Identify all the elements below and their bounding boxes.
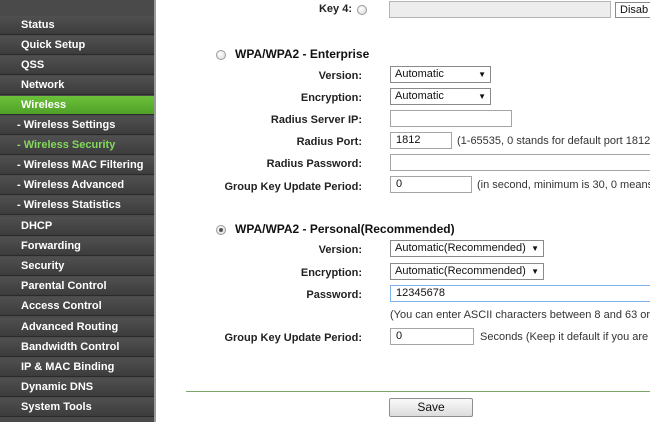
personal-password-input[interactable]: 12345678 [390,285,650,302]
personal-encryption-value: Automatic(Recommended) [395,265,526,277]
sidebar-item-parental-control[interactable]: Parental Control [0,277,154,296]
enterprise-version-value: Automatic [395,68,444,80]
personal-encryption-select[interactable]: Automatic(Recommended) ▼ [390,263,544,280]
enterprise-radio[interactable] [216,50,226,60]
sidebar-item-advanced-routing[interactable]: Advanced Routing [0,318,154,337]
radius-port-note: (1-65535, 0 stands for default port 1812… [457,135,650,147]
enterprise-encryption-label: Encryption: [300,92,362,104]
personal-group-key-label: Group Key Update Period: [224,332,362,344]
enterprise-group-key-label: Group Key Update Period: [224,181,362,193]
personal-version-label: Version: [318,244,362,256]
personal-title: WPA/WPA2 - Personal(Recommended) [235,222,455,236]
radius-server-ip-label: Radius Server IP: [270,114,362,126]
sidebar-item-dhcp[interactable]: DHCP [0,217,154,236]
dropdown-arrow-icon: ▼ [478,92,486,101]
sidebar-item-status[interactable]: Status [0,16,154,35]
sidebar-item-bandwidth-control[interactable]: Bandwidth Control [0,338,154,357]
enterprise-group-key-note: (in second, minimum is 30, 0 means n [477,179,650,191]
sidebar-item-wireless[interactable]: Wireless [0,96,154,115]
personal-password-note: (You can enter ASCII characters between … [390,309,650,321]
enterprise-version-label: Version: [318,70,362,82]
save-button[interactable]: Save [389,398,473,417]
dropdown-arrow-icon: ▼ [531,244,539,253]
key4-type-select[interactable]: Disab [615,2,650,18]
radius-port-label: Radius Port: [296,136,362,148]
enterprise-encryption-value: Automatic [395,90,444,102]
personal-group-key-input[interactable]: 0 [390,328,474,345]
sidebar-item-access-control[interactable]: Access Control [0,297,154,316]
key4-label: Key 4: [318,3,352,15]
sidebar-item-qss[interactable]: QSS [0,56,154,75]
sidebar-item-ip-mac-binding[interactable]: IP & MAC Binding [0,358,154,377]
sidebar-item-quick-setup[interactable]: Quick Setup [0,36,154,55]
personal-version-value: Automatic(Recommended) [395,242,526,254]
sidebar-item-wireless-settings[interactable]: - Wireless Settings [0,116,154,135]
sidebar-item-wireless-security[interactable]: - Wireless Security [0,136,154,155]
radius-port-input[interactable]: 1812 [390,132,452,149]
sidebar-item-dynamic-dns[interactable]: Dynamic DNS [0,378,154,397]
sidebar: Status Quick Setup QSS Network Wireless … [0,0,156,422]
sidebar-item-wireless-mac-filtering[interactable]: - Wireless MAC Filtering [0,156,154,175]
dropdown-arrow-icon: ▼ [531,267,539,276]
enterprise-group-key-input[interactable]: 0 [390,176,472,193]
personal-radio[interactable] [216,225,226,235]
enterprise-version-select[interactable]: Automatic ▼ [390,66,491,83]
sidebar-item-system-tools[interactable]: System Tools [0,398,154,417]
dropdown-arrow-icon: ▼ [478,70,486,79]
radius-server-ip-input[interactable] [390,110,512,127]
sidebar-item-network[interactable]: Network [0,76,154,95]
main-content: Key 4: Disab WPA/WPA2 - Enterprise Versi… [156,0,650,422]
personal-group-key-note: Seconds (Keep it default if you are no [480,331,650,343]
radius-password-label: Radius Password: [266,158,362,170]
sidebar-item-security[interactable]: Security [0,257,154,276]
sidebar-item-wireless-advanced[interactable]: - Wireless Advanced [0,176,154,195]
personal-encryption-label: Encryption: [300,267,362,279]
sidebar-item-forwarding[interactable]: Forwarding [0,237,154,256]
enterprise-encryption-select[interactable]: Automatic ▼ [390,88,491,105]
key4-radio[interactable] [357,5,367,15]
personal-version-select[interactable]: Automatic(Recommended) ▼ [390,240,544,257]
radius-password-input[interactable] [390,154,650,171]
key4-input[interactable] [389,1,611,18]
sidebar-item-wireless-statistics[interactable]: - Wireless Statistics [0,196,154,215]
section-divider [186,391,650,392]
enterprise-title: WPA/WPA2 - Enterprise [235,47,370,61]
personal-password-label: Password: [306,289,362,301]
